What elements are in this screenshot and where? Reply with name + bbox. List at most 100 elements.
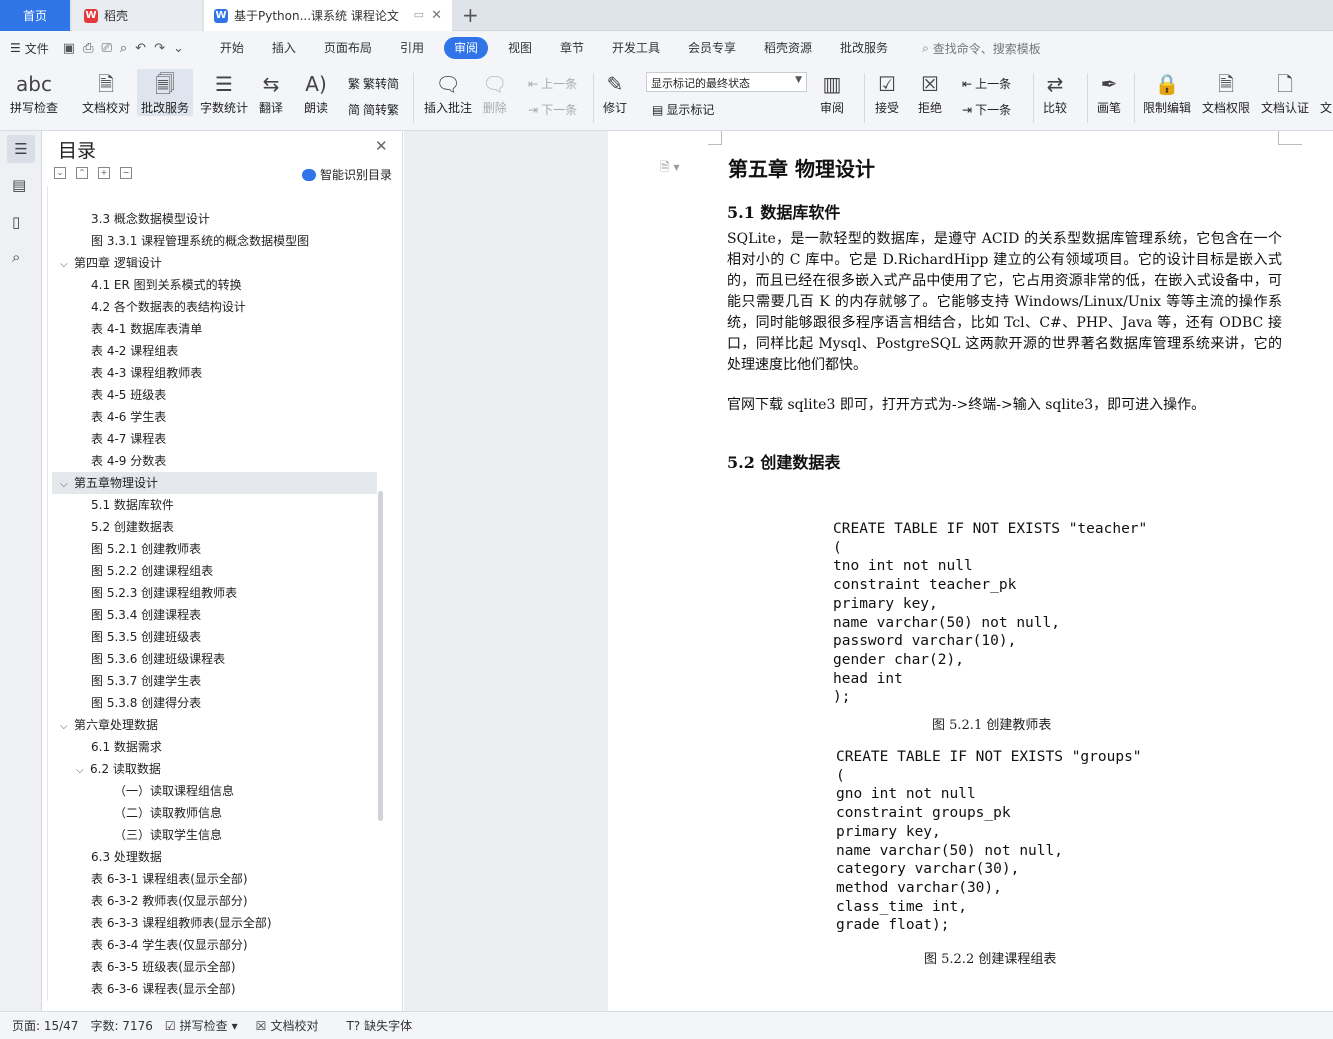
toc-item[interactable]: 表 4-9 分数表 bbox=[48, 450, 166, 472]
save-icon[interactable]: ▣ bbox=[63, 41, 75, 56]
search-icon[interactable]: ⌕ bbox=[12, 248, 20, 266]
review-service-button[interactable]: 🗐 批改服务 bbox=[137, 69, 193, 116]
prev-comment-button[interactable]: ⇤ 上一条 bbox=[528, 75, 577, 92]
toc-item[interactable]: ⌵ 第四章 逻辑设计 bbox=[48, 252, 162, 274]
toc-item[interactable]: 表 4-1 数据库表清单 bbox=[48, 318, 202, 340]
toc-item[interactable]: 图 5.2.3 创建课程组教师表 bbox=[48, 582, 237, 604]
page-indicator[interactable]: 页面: 15/47 bbox=[12, 1017, 78, 1034]
toc-item[interactable]: 图 3.3.1 课程管理系统的概念数据模型图 bbox=[48, 230, 309, 252]
file-menu-button[interactable]: ☰ 文件 bbox=[10, 40, 49, 57]
toc-item[interactable]: 表 6-3-3 课程组教师表(显示全部) bbox=[48, 912, 272, 934]
expand-all-icon[interactable]: ⌃ bbox=[76, 167, 88, 179]
chapter-nav-icon[interactable]: ▤ bbox=[12, 176, 26, 194]
word-count-button[interactable]: ☰ 字数统计 bbox=[200, 69, 248, 116]
toc-item[interactable]: 表 6-3-5 班级表(显示全部) bbox=[48, 956, 236, 978]
paragraph-menu-icon[interactable]: 🗎 ▾ bbox=[660, 158, 680, 179]
new-tab-icon[interactable]: + bbox=[462, 3, 479, 27]
doc-proofread-button[interactable]: 🗎 文档校对 bbox=[82, 69, 130, 116]
pin-icon[interactable]: ▭ bbox=[414, 8, 424, 21]
toc-item[interactable]: ⌵ 第六章处理数据 bbox=[48, 714, 158, 736]
toc-item[interactable]: （二）读取教师信息 bbox=[48, 802, 222, 824]
menu-tab-6[interactable]: 章节 bbox=[546, 37, 598, 59]
toc-item[interactable]: 图 5.3.4 创建课程表 bbox=[48, 604, 201, 626]
delete-comment-button[interactable]: 🗨 删除 bbox=[482, 69, 507, 116]
close-tab-icon[interactable]: ✕ bbox=[431, 8, 442, 23]
toc-item[interactable]: （三）读取学生信息 bbox=[48, 824, 222, 846]
bookmark-icon[interactable]: ▯ bbox=[12, 213, 20, 231]
smart-toc-button[interactable]: 智能识别目录 bbox=[302, 166, 392, 183]
toc-item[interactable]: 表 4-3 课程组教师表 bbox=[48, 362, 202, 384]
toc-item[interactable]: 表 6-3-1 课程组表(显示全部) bbox=[48, 868, 248, 890]
menu-tab-10[interactable]: 批改服务 bbox=[826, 37, 902, 59]
toc-item[interactable]: 表 6-3-4 学生表(仅显示部分) bbox=[48, 934, 248, 956]
remove-heading-icon[interactable]: − bbox=[120, 167, 132, 179]
track-changes-button[interactable]: ✎ 修订 bbox=[603, 69, 627, 116]
toc-item[interactable]: 4.2 各个数据表的表结构设计 bbox=[48, 296, 246, 318]
menu-tab-5[interactable]: 视图 bbox=[494, 37, 546, 59]
close-icon[interactable]: ✕ bbox=[375, 137, 388, 155]
toc-scrollbar[interactable] bbox=[378, 491, 383, 821]
toc-item[interactable]: 图 5.3.5 创建班级表 bbox=[48, 626, 201, 648]
chevron-down-icon[interactable]: ⌵ bbox=[60, 474, 74, 496]
trad-to-simp-button[interactable]: 繁繁转简 bbox=[348, 75, 399, 92]
doc-permission-button[interactable]: 🗎 文档权限 bbox=[1202, 69, 1250, 116]
accept-button[interactable]: ☑ 接受 bbox=[875, 69, 899, 116]
next-comment-button[interactable]: ⇥ 下一条 bbox=[528, 101, 577, 118]
spell-check-toggle[interactable]: ☑ 拼写检查 ▾ bbox=[165, 1017, 238, 1034]
markup-state-select[interactable]: 显示标记的最终状态 ▼ bbox=[646, 72, 807, 92]
tab-document[interactable]: W 基于Python...课系统 课程论文 ▭ ✕ bbox=[204, 0, 452, 31]
pen-button[interactable]: ✒ 画笔 bbox=[1097, 69, 1121, 116]
menu-tab-0[interactable]: 开始 bbox=[206, 37, 258, 59]
restrict-edit-button[interactable]: 🔒 限制编辑 bbox=[1143, 69, 1191, 116]
review-pane-button[interactable]: ▥ 审阅 bbox=[820, 69, 844, 116]
reject-button[interactable]: ☒ 拒绝 bbox=[918, 69, 942, 116]
toc-item[interactable]: 表 4-5 班级表 bbox=[48, 384, 166, 406]
export-pdf-icon[interactable]: ⎙ bbox=[83, 41, 93, 56]
toc-item[interactable]: 表 6-3-6 课程表(显示全部) bbox=[48, 978, 236, 1000]
toc-item[interactable]: 图 5.3.7 创建学生表 bbox=[48, 670, 201, 692]
toc-item[interactable]: 图 5.3.8 创建得分表 bbox=[48, 692, 201, 714]
missing-font-status[interactable]: T? 缺失字体 bbox=[346, 1017, 412, 1034]
toc-item[interactable]: （一）读取课程组信息 bbox=[48, 780, 234, 802]
chevron-down-icon[interactable]: ⌵ bbox=[60, 716, 74, 738]
more-chevron-icon[interactable]: ⌄ bbox=[173, 41, 184, 56]
toc-item[interactable]: 6.3 处理数据 bbox=[48, 846, 162, 868]
menu-tab-2[interactable]: 页面布局 bbox=[310, 37, 386, 59]
toc-item[interactable]: 表 4-6 学生表 bbox=[48, 406, 166, 428]
more-ribbon-button[interactable]: 文 bbox=[1320, 69, 1332, 116]
toc-item[interactable]: 表 4-2 课程组表 bbox=[48, 340, 178, 362]
menu-tab-7[interactable]: 开发工具 bbox=[598, 37, 674, 59]
menu-tab-8[interactable]: 会员专享 bbox=[674, 37, 750, 59]
simp-to-trad-button[interactable]: 简简转繁 bbox=[348, 101, 399, 118]
toc-item[interactable]: 6.1 数据需求 bbox=[48, 736, 162, 758]
compare-button[interactable]: ⇄ 比较 bbox=[1043, 69, 1067, 116]
next-change-button[interactable]: ⇥ 下一条 bbox=[962, 101, 1011, 118]
command-search[interactable]: ⌕ 查找命令、搜索模板 bbox=[922, 40, 1041, 57]
chevron-down-icon[interactable]: ⌵ bbox=[60, 254, 74, 276]
word-count-indicator[interactable]: 字数: 7176 bbox=[90, 1017, 152, 1034]
chevron-down-icon[interactable]: ⌵ bbox=[76, 760, 90, 782]
read-aloud-button[interactable]: A) 朗读 bbox=[304, 69, 328, 116]
toc-panel-icon[interactable]: ☰ bbox=[7, 135, 35, 163]
prev-change-button[interactable]: ⇤ 上一条 bbox=[962, 75, 1011, 92]
doc-cert-button[interactable]: 🗋 文档认证 bbox=[1261, 69, 1309, 116]
print-icon[interactable]: ⎚ bbox=[101, 41, 111, 56]
toc-item[interactable]: ⌵ 第五章物理设计 bbox=[52, 472, 377, 494]
collapse-all-icon[interactable]: ⌄ bbox=[54, 167, 66, 179]
toc-item[interactable]: 表 6-3-2 教师表(仅显示部分) bbox=[48, 890, 248, 912]
add-heading-icon[interactable]: + bbox=[98, 167, 110, 179]
toc-item[interactable]: 图 5.2.1 创建教师表 bbox=[48, 538, 201, 560]
insert-comment-button[interactable]: 🗨 插入批注 bbox=[424, 69, 472, 116]
toc-item[interactable]: ⌵ 6.2 读取数据 bbox=[48, 758, 161, 780]
show-markup-button[interactable]: ▤ 显示标记 bbox=[652, 101, 714, 118]
translate-button[interactable]: ⇆ 翻译 bbox=[259, 69, 283, 116]
menu-tab-3[interactable]: 引用 bbox=[386, 37, 438, 59]
menu-tab-9[interactable]: 稻壳资源 bbox=[750, 37, 826, 59]
toc-item[interactable]: 5.2 创建数据表 bbox=[48, 516, 174, 538]
toc-item[interactable]: 图 5.3.6 创建班级课程表 bbox=[48, 648, 225, 670]
tab-daoke[interactable]: W 稻壳 bbox=[72, 0, 202, 31]
print-preview-icon[interactable]: ⌕ bbox=[120, 41, 127, 56]
tab-home[interactable]: 首页 bbox=[0, 0, 70, 31]
toc-item[interactable]: 5.1 数据库软件 bbox=[48, 494, 174, 516]
toc-item[interactable]: 表 4-7 课程表 bbox=[48, 428, 166, 450]
